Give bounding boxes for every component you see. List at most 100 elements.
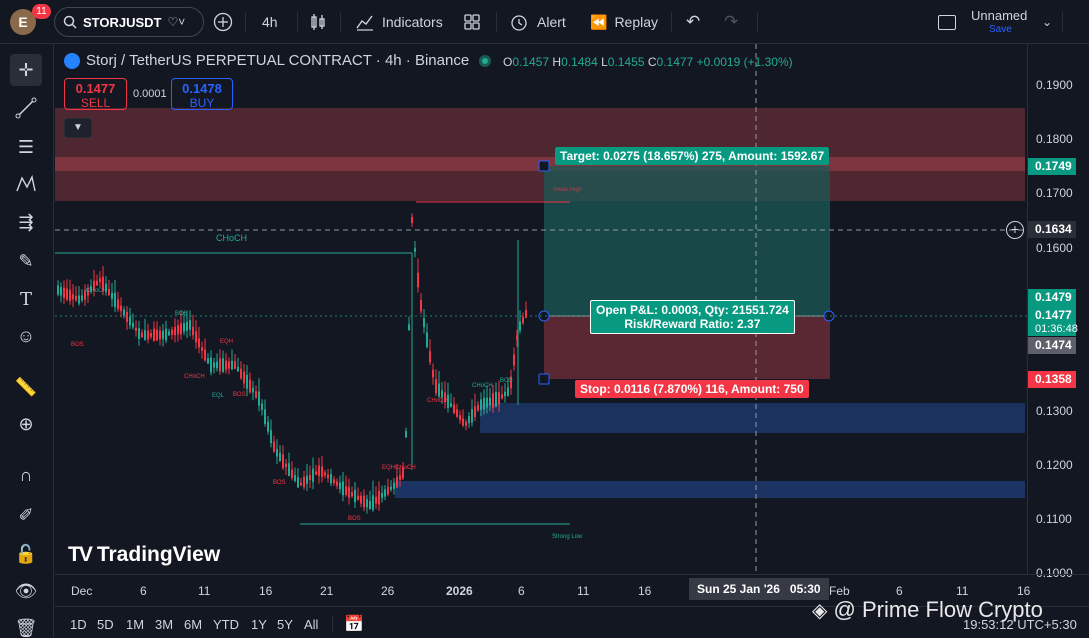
time-tick: 6 xyxy=(518,584,525,598)
time-tick: 26 xyxy=(381,584,395,598)
target-handle[interactable] xyxy=(538,160,550,172)
crosshair-add-button[interactable]: + xyxy=(1006,221,1024,239)
price-tick: 0.1800 xyxy=(1036,132,1073,146)
target-label: Target: 0.0275 (18.657%) 275, Amount: 15… xyxy=(555,147,830,165)
stop-label: Stop: 0.0116 (7.870%) 116, Amount: 750 xyxy=(575,380,809,398)
candle-body xyxy=(267,421,269,432)
layouts-button[interactable] xyxy=(463,7,481,37)
candle-body xyxy=(99,278,101,282)
measure-tool[interactable]: 📏 xyxy=(10,371,42,403)
strong-low-label: Strong Low xyxy=(552,534,583,540)
crosshair-tool[interactable]: ✛ xyxy=(10,54,42,86)
candle-body xyxy=(315,471,317,475)
symbol-search[interactable]: STORJUSDT ♡˅ xyxy=(54,7,204,37)
chevron-down-icon: ▼ xyxy=(73,122,83,133)
zoom-tool[interactable]: ⊕ xyxy=(10,408,42,440)
replay-button[interactable]: ⏪ Replay xyxy=(590,7,658,37)
layout-menu-chevron[interactable]: ⌄ xyxy=(1042,7,1052,37)
alert-label: Alert xyxy=(537,14,566,30)
range-3m[interactable]: 3M xyxy=(155,617,173,632)
candle-body xyxy=(471,409,473,423)
candle-body xyxy=(378,491,380,505)
brush-tool[interactable]: ✎ xyxy=(10,245,42,277)
candle-body xyxy=(318,465,320,477)
bos-label: BOS xyxy=(71,342,84,348)
candle-body xyxy=(465,421,467,426)
goto-date-button[interactable]: 📅 xyxy=(344,614,364,634)
range-1d[interactable]: 1D xyxy=(70,617,87,632)
range-6m[interactable]: 6M xyxy=(184,617,202,632)
tradingview-logo-icon: TV xyxy=(68,543,93,566)
candle-body xyxy=(129,316,131,326)
symbol-title: Storj / TetherUS PERPETUAL CONTRACT · 4h… xyxy=(86,52,470,69)
candle-body xyxy=(183,323,185,332)
range-all[interactable]: All xyxy=(304,617,318,632)
magnet-tool[interactable]: ∩ xyxy=(10,459,42,491)
candle-body xyxy=(141,332,143,338)
fib-tool[interactable]: ☰ xyxy=(10,131,42,163)
stop-handle[interactable] xyxy=(538,373,550,385)
candle-body xyxy=(114,292,116,308)
range-5y[interactable]: 5Y xyxy=(277,617,293,632)
price-chart[interactable]: CHoCH Weak High Strong Low BOS BOS EQH C… xyxy=(55,44,1027,574)
eye-icon: 👁 xyxy=(14,580,38,601)
candle-body xyxy=(186,321,188,331)
choch-label: CHoCH xyxy=(184,374,205,380)
hide-drawings-tool[interactable]: 👁 xyxy=(10,575,42,607)
grid-icon xyxy=(464,14,480,30)
candle-body xyxy=(333,479,335,484)
redo-button[interactable]: ↷ xyxy=(724,7,738,37)
layout-name-button[interactable]: Unnamed Save xyxy=(971,9,1027,37)
candle-body xyxy=(78,295,80,304)
alert-button[interactable]: Alert xyxy=(509,7,566,37)
chart-type-button[interactable] xyxy=(309,7,327,37)
remove-drawings-tool[interactable]: 🗑 xyxy=(10,612,42,638)
range-ytd[interactable]: YTD xyxy=(213,617,239,632)
candle-body xyxy=(372,495,374,510)
indicators-icon xyxy=(356,15,373,31)
chart-legend[interactable]: Storj / TetherUS PERPETUAL CONTRACT · 4h… xyxy=(64,52,492,69)
candle-body xyxy=(363,495,365,508)
sell-button[interactable]: 0.1477 SELL xyxy=(64,78,127,110)
buy-button[interactable]: 0.1478 BUY xyxy=(171,78,233,110)
emoji-tool[interactable]: ☺ xyxy=(10,320,42,352)
candle-body xyxy=(489,397,491,406)
range-5d[interactable]: 5D xyxy=(97,617,114,632)
candle-body xyxy=(417,272,419,288)
candle-body xyxy=(216,361,218,369)
layout-save-label: Save xyxy=(989,24,1012,35)
candle-body xyxy=(390,486,392,490)
lock-drawings-tool[interactable]: 🔓 xyxy=(10,538,42,570)
market-open-dot-icon xyxy=(479,54,492,67)
range-1m[interactable]: 1M xyxy=(126,617,144,632)
undo-button[interactable]: ↶ xyxy=(686,7,700,37)
pattern-tool[interactable] xyxy=(10,168,42,200)
trendline-tool[interactable] xyxy=(10,92,42,124)
candle-body xyxy=(384,489,386,497)
stop-price-tag: 0.1358 xyxy=(1028,371,1076,388)
compare-add-button[interactable] xyxy=(213,7,233,37)
time-tick: 16 xyxy=(1017,584,1031,598)
layout-checkbox[interactable] xyxy=(938,7,956,37)
legend-collapse-button[interactable]: ▼ xyxy=(64,118,92,138)
range-1y[interactable]: 1Y xyxy=(251,617,267,632)
price-axis[interactable]: 0.1900 0.1800 0.1700 0.1600 0.1300 0.120… xyxy=(1027,44,1089,580)
symbol-icon[interactable]: ♡˅ xyxy=(168,15,186,29)
stay-drawing-tool[interactable]: ✐ xyxy=(10,499,42,531)
forecast-tool[interactable]: ⇶ xyxy=(10,206,42,238)
candle-body xyxy=(81,295,83,301)
calendar-icon: 📅 xyxy=(344,616,364,633)
candle-body xyxy=(63,287,65,298)
bos-label: BOS xyxy=(273,480,286,486)
ruler-icon: 📏 xyxy=(14,376,38,397)
text-tool[interactable]: T xyxy=(10,283,42,315)
lock-icon: 🔓 xyxy=(14,543,38,564)
crosshair-icon: ✛ xyxy=(18,59,34,80)
demand-zone-lower xyxy=(395,481,1025,498)
drawing-toolbar: ✛ ☰ ⇶ ✎ T ☺ 📏 ⊕ ∩ ✐ 🔓 👁 🗑 xyxy=(0,44,54,638)
candle-body xyxy=(252,387,254,393)
candle-body xyxy=(243,371,245,384)
candle-body xyxy=(339,482,341,490)
interval-button[interactable]: 4h xyxy=(262,7,278,37)
indicators-button[interactable]: Indicators xyxy=(355,7,443,37)
